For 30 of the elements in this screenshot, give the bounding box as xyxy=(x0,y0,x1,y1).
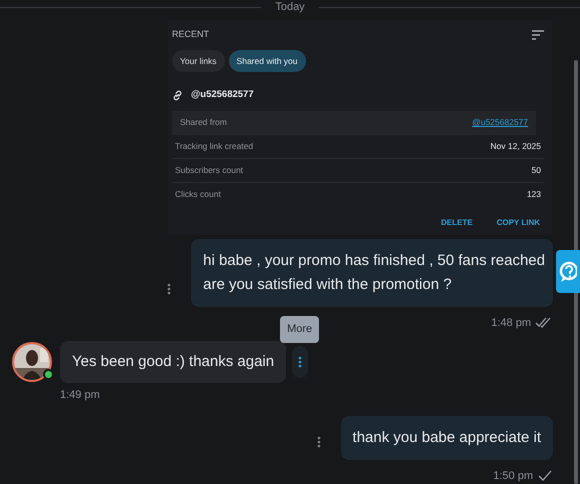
message-time: 1:50 pm xyxy=(493,468,533,484)
sort-icon[interactable] xyxy=(532,30,544,40)
date-divider: Today xyxy=(275,0,305,15)
detail-label: Subscribers count xyxy=(175,164,244,176)
detail-value: Nov 12, 2025 xyxy=(490,140,541,152)
profile-link[interactable]: @u525682577 xyxy=(472,116,528,129)
help-icon xyxy=(559,260,577,282)
message-bubble: hi babe , your promo has finished , 50 fans reached are you satisfied with the promotion ? xyxy=(191,238,553,306)
copy-link-button[interactable]: COPY LINK xyxy=(492,214,544,230)
help-button[interactable] xyxy=(556,250,580,293)
message-time: 1:49 pm xyxy=(60,388,100,403)
detail-value: 50 xyxy=(532,164,541,176)
message-time: 1:48 pm xyxy=(491,316,531,330)
filter-tab[interactable]: Your links xyxy=(172,50,225,72)
scrollbar[interactable] xyxy=(574,60,578,484)
message-bubble: thank you babe appreciate it xyxy=(340,416,553,460)
link-name: @u525682577 xyxy=(191,88,254,102)
detail-label: Clicks count xyxy=(175,188,221,201)
link-icon xyxy=(172,90,183,101)
more-icon xyxy=(298,356,302,368)
detail-label: Tracking link created xyxy=(175,140,254,152)
more-icon xyxy=(167,282,172,294)
detail-label: Shared from xyxy=(180,116,227,129)
message-bubble: Yes been good :) thanks again xyxy=(60,341,286,383)
delete-button[interactable]: DELETE xyxy=(437,214,477,230)
filter-tab[interactable]: Shared with you xyxy=(228,50,306,72)
tooltip: More xyxy=(280,316,320,342)
more-icon xyxy=(316,436,321,448)
section-heading: RECENT xyxy=(172,28,210,41)
detail-value: 123 xyxy=(526,188,541,201)
